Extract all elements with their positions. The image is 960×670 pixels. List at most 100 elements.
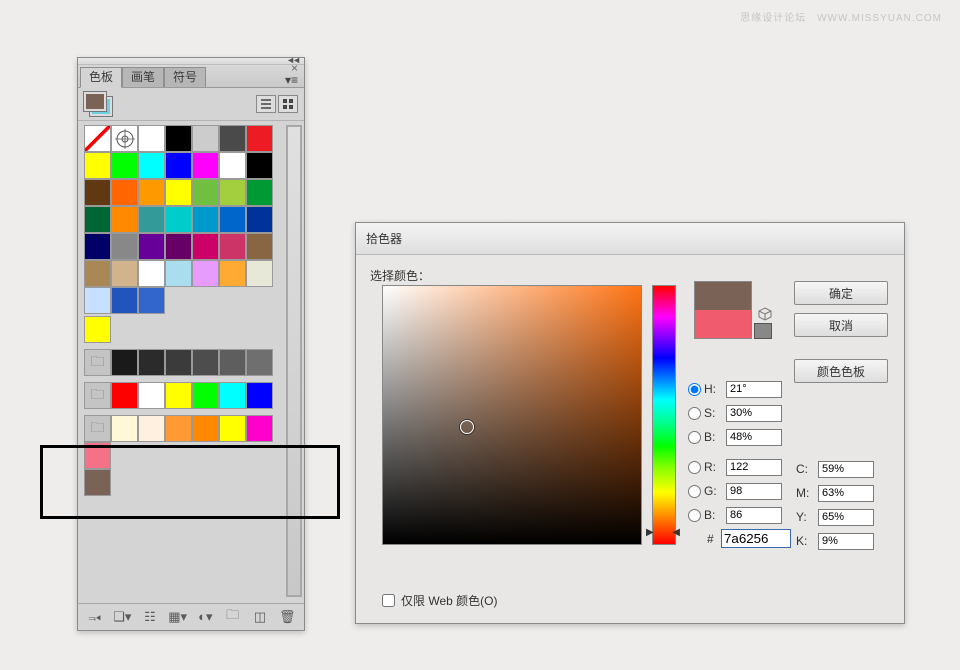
swatch[interactable] [84,233,111,260]
swatch[interactable] [246,206,273,233]
swatch[interactable] [192,382,219,409]
swatch[interactable] [111,415,138,442]
swatch[interactable] [246,233,273,260]
input-r[interactable] [726,459,782,476]
panel-header[interactable]: ◄◄ × [78,58,304,65]
input-bb[interactable] [726,507,782,524]
swatch[interactable] [246,152,273,179]
ok-button[interactable]: 确定 [794,281,888,305]
swatch[interactable] [165,233,192,260]
swatch[interactable] [111,382,138,409]
options-icon[interactable]: ☷ [141,608,158,626]
input-c[interactable] [818,461,874,478]
swatch[interactable] [138,152,165,179]
swatch[interactable] [219,260,246,287]
folder-swatch[interactable]: 🗀 [84,349,111,376]
swatch[interactable] [138,125,165,152]
swatch[interactable] [84,287,111,314]
swatch[interactable] [138,206,165,233]
swatch[interactable] [84,316,111,343]
radio-r[interactable] [688,461,701,474]
input-g[interactable] [726,483,782,500]
hue-pointer[interactable]: ▶◀ [646,527,680,538]
swatch[interactable] [165,415,192,442]
input-y[interactable] [818,509,874,526]
input-s[interactable] [726,405,782,422]
swatch[interactable] [111,349,138,376]
swatch[interactable] [246,179,273,206]
grid-view-button[interactable] [278,95,298,113]
input-m[interactable] [818,485,874,502]
color-swatches-button[interactable]: 颜色色板 [794,359,888,383]
swatch[interactable] [192,152,219,179]
swatch[interactable] [111,206,138,233]
swatch[interactable] [219,125,246,152]
panel-menu-icon[interactable]: ▾≡ [285,73,298,87]
list-view-button[interactable] [256,95,276,113]
web-only-checkbox[interactable]: 仅限 Web 颜色(O) [382,592,497,609]
reg-swatch[interactable] [111,125,138,152]
kind-menu-icon[interactable]: ❏▾ [113,608,131,626]
radio-s[interactable] [688,407,701,420]
swatch[interactable] [84,152,111,179]
swatch[interactable] [192,206,219,233]
swatch[interactable] [219,349,246,376]
out-of-gamut-icon[interactable] [758,307,772,321]
swatch[interactable] [84,442,111,469]
swatch[interactable] [219,152,246,179]
swatch[interactable] [84,206,111,233]
radio-b[interactable] [688,431,701,444]
swatch[interactable] [165,152,192,179]
scrollbar[interactable] [286,125,302,597]
swatch[interactable] [111,179,138,206]
swatch[interactable] [165,349,192,376]
swatch[interactable] [219,233,246,260]
tab-swatches[interactable]: 色板 [80,67,122,88]
swatch[interactable] [138,349,165,376]
swatch[interactable] [111,152,138,179]
swatch[interactable] [219,415,246,442]
color-field[interactable] [382,285,642,545]
input-b[interactable] [726,429,782,446]
swatch[interactable] [192,125,219,152]
library-icon[interactable]: ⫬◂ [86,608,103,626]
swatch[interactable] [165,125,192,152]
swatch[interactable] [246,415,273,442]
none-swatch[interactable] [84,125,111,152]
input-h[interactable] [726,381,782,398]
swatch[interactable] [192,233,219,260]
cancel-button[interactable]: 取消 [794,313,888,337]
radio-h[interactable] [688,383,701,396]
old-color[interactable] [695,310,751,338]
swatch[interactable] [111,260,138,287]
swatch[interactable] [246,125,273,152]
close-icon[interactable]: × [291,64,298,72]
input-hex[interactable] [721,529,791,548]
web-safe-icon[interactable] [754,323,772,339]
swatch[interactable] [246,260,273,287]
swatch[interactable] [165,206,192,233]
radio-g[interactable] [688,485,701,498]
swatch[interactable] [138,287,165,314]
trash-icon[interactable]: 🗑 [279,608,296,626]
swatch[interactable] [246,349,273,376]
color-field-cursor[interactable] [460,420,474,434]
swatch[interactable] [111,233,138,260]
swatch[interactable] [219,382,246,409]
swatch[interactable] [165,382,192,409]
swatch[interactable] [192,260,219,287]
swatch[interactable] [165,179,192,206]
tab-symbols[interactable]: 符号 [164,67,206,87]
swatch[interactable] [138,382,165,409]
new-group-icon[interactable]: ▦▾ [169,608,187,626]
swatch[interactable] [192,179,219,206]
folder-swatch[interactable]: 🗀 [84,382,111,409]
swatch[interactable] [138,233,165,260]
swatch[interactable] [84,469,111,496]
swatch[interactable] [84,260,111,287]
web-only-input[interactable] [382,594,395,607]
swatch[interactable] [192,349,219,376]
fg-color[interactable] [84,92,106,111]
new-swatch-icon[interactable]: ◫ [251,608,268,626]
folder-icon[interactable]: 🗀 [224,608,241,626]
